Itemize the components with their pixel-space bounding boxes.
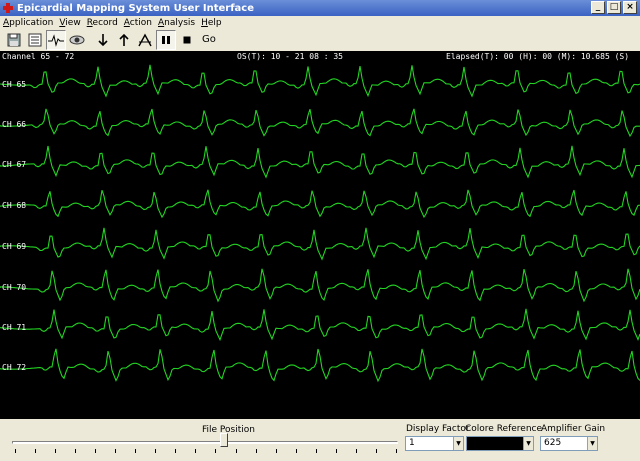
channel-range: Channel 65 - 72 [2, 52, 75, 61]
pause-button[interactable] [156, 30, 176, 50]
channel-label: CH 68 [2, 201, 27, 210]
toolbar: Go [0, 29, 640, 51]
menu-analysis[interactable]: Analysis [155, 18, 198, 28]
slider-tick [95, 449, 97, 453]
channel-label: CH 72 [2, 363, 27, 372]
bottom-controls: File Position Display Factor 1 ▼ Colore … [0, 419, 640, 461]
slider-tick [215, 449, 217, 453]
channel-label: CH 69 [2, 242, 27, 251]
channel-label: CH 66 [2, 120, 27, 129]
slider-tick [35, 449, 37, 453]
title-bar: Epicardial Mapping System User Interface… [0, 0, 640, 16]
ecg-trace-72 [0, 348, 640, 383]
channel-label: CH 70 [2, 283, 27, 292]
pause-icon [162, 36, 170, 44]
menu-view[interactable]: View [56, 18, 83, 28]
channel-label: CH 65 [2, 80, 27, 89]
slider-tick [135, 449, 137, 453]
color-reference-select[interactable]: ▼ [466, 436, 534, 451]
move-up-button[interactable] [114, 30, 134, 50]
slider-tick [375, 449, 377, 453]
ecg-trace-68 [0, 189, 640, 219]
chevron-down-icon[interactable]: ▼ [523, 437, 533, 450]
slider-tick [75, 449, 77, 453]
menu-action[interactable]: Action [121, 18, 155, 28]
save-icon [7, 33, 21, 47]
menu-bar: Application View Record Action Analysis … [0, 16, 640, 29]
ecg-trace-65 [0, 64, 640, 98]
stop-icon [183, 36, 191, 44]
ecg-trace-69 [0, 227, 640, 261]
arrow-down-icon [98, 34, 108, 47]
channel-label: CH 67 [2, 160, 27, 169]
amplifier-gain-select[interactable]: 625 ▼ [540, 436, 598, 451]
app-cross-icon [3, 3, 13, 13]
ecg-trace-71 [0, 308, 640, 342]
ecg-trace-66 [0, 108, 640, 138]
minimize-button[interactable]: _ [591, 1, 605, 14]
chevron-down-icon[interactable]: ▼ [453, 437, 463, 450]
close-button[interactable]: × [623, 1, 637, 14]
peak-detect-button[interactable] [135, 30, 155, 50]
ecg-trace-70 [0, 268, 640, 303]
chevron-down-icon[interactable]: ▼ [587, 437, 597, 450]
list-button[interactable] [25, 30, 45, 50]
move-down-button[interactable] [93, 30, 113, 50]
slider-tick [15, 449, 16, 453]
go-button[interactable]: Go [198, 30, 220, 50]
list-icon [28, 33, 42, 47]
channel-label: CH 71 [2, 323, 27, 332]
slider-tick [395, 449, 397, 453]
maximize-button[interactable]: □ [607, 1, 621, 14]
os-time: OS(T): 10 - 21 08 : 35 [237, 52, 343, 61]
file-position-label: File Position [202, 425, 255, 435]
save-button[interactable] [4, 30, 24, 50]
slider-tick [175, 449, 177, 453]
stop-button[interactable] [177, 30, 197, 50]
display-factor-select[interactable]: 1 ▼ [405, 436, 464, 451]
menu-help[interactable]: Help [198, 18, 225, 28]
waveform-button[interactable] [46, 30, 66, 50]
slider-tick [295, 449, 297, 453]
slider-tick [235, 449, 237, 453]
window-title: Epicardial Mapping System User Interface [17, 2, 255, 14]
elapsed-time: Elapsed(T): 00 (H): 00 (M): 10.685 (S) [446, 52, 630, 61]
slider-tick [115, 449, 117, 453]
display-factor-label: Display Factor [406, 424, 470, 434]
waveform-icon [48, 34, 64, 47]
slider-ticks [15, 449, 397, 453]
slider-tick [275, 449, 277, 453]
slider-tick [335, 449, 337, 453]
slider-tick [315, 449, 317, 453]
menu-application[interactable]: Application [0, 18, 56, 28]
slider-tick [255, 449, 257, 453]
view-button[interactable] [67, 30, 87, 50]
slider-tick [355, 449, 357, 453]
peak-detect-icon [138, 33, 152, 47]
color-reference-label: Colore Reference [465, 424, 543, 434]
ecg-display: Channel 65 - 72 OS(T): 10 - 21 08 : 35 E… [0, 51, 640, 419]
slider-tick [195, 449, 197, 453]
file-position-track[interactable] [12, 441, 398, 444]
slider-tick [55, 449, 57, 453]
display-factor-value: 1 [409, 438, 415, 448]
slider-tick [155, 449, 157, 453]
amplifier-gain-label: Amplifier Gain [541, 424, 606, 434]
ecg-traces [0, 64, 640, 383]
arrow-up-icon [119, 33, 129, 46]
amplifier-gain-value: 625 [544, 438, 562, 448]
eye-icon [69, 35, 85, 45]
ecg-trace-67 [0, 145, 640, 179]
menu-record[interactable]: Record [84, 18, 121, 28]
file-position-slider[interactable] [220, 433, 229, 447]
